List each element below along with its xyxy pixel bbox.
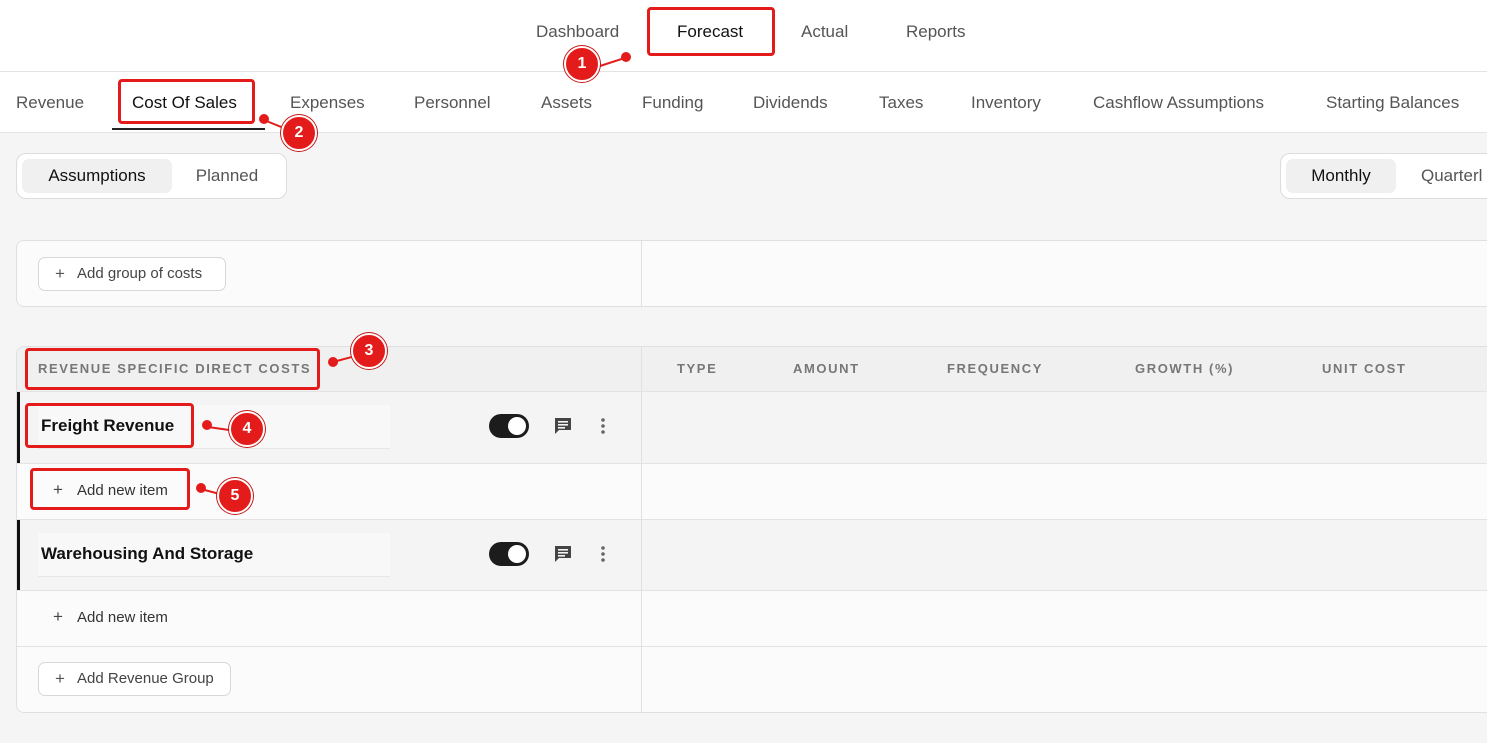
tab-actual[interactable]: Actual (801, 22, 848, 42)
annotation-anchor (202, 420, 212, 430)
add-revenue-group-button[interactable]: + Add Revenue Group (38, 662, 231, 696)
annotation-anchor (621, 52, 631, 62)
more-options-icon[interactable] (597, 544, 609, 564)
subtab-starting-balances[interactable]: Starting Balances (1326, 93, 1459, 113)
annotation-badge-5: 5 (217, 478, 253, 514)
comment-icon[interactable] (553, 416, 573, 436)
subtab-inventory[interactable]: Inventory (971, 93, 1041, 113)
column-header-unit-cost: UNIT COST (1322, 361, 1407, 376)
quarterly-option[interactable]: Quarterl (1421, 159, 1487, 193)
section-navigation: Revenue Cost Of Sales Expenses Personnel… (0, 72, 1487, 133)
annotation-badge-3: 3 (351, 333, 387, 369)
group-enabled-toggle[interactable] (489, 542, 529, 566)
active-tab-underline (112, 128, 265, 130)
column-divider (641, 241, 642, 306)
cost-groups-card: + Add group of costs (16, 240, 1487, 307)
add-group-of-costs-label: Add group of costs (77, 265, 203, 282)
plus-icon: + (55, 264, 65, 283)
subtab-cashflow-assumptions[interactable]: Cashflow Assumptions (1093, 93, 1264, 113)
toggle-knob (508, 545, 526, 563)
toggle-knob (508, 417, 526, 435)
add-revenue-group-label: Add Revenue Group (77, 670, 214, 687)
column-header-frequency: FREQUENCY (947, 361, 1044, 376)
more-options-icon[interactable] (597, 416, 609, 436)
annotation-badge-4: 4 (229, 411, 265, 447)
annotation-anchor (328, 357, 338, 367)
view-mode-toggle: Assumptions Planned (16, 153, 287, 199)
period-toggle: Monthly Quarterl (1280, 153, 1487, 199)
group-enabled-toggle[interactable] (489, 414, 529, 438)
annotation-badge-1: 1 (564, 46, 600, 82)
column-divider (641, 347, 642, 712)
add-new-item-label: Add new item (77, 609, 168, 626)
group-indicator (17, 520, 20, 591)
direct-costs-table: REVENUE SPECIFIC DIRECT COSTS TYPE AMOUN… (16, 346, 1487, 713)
plus-icon: + (55, 669, 65, 688)
group-name: Freight Revenue (41, 416, 175, 435)
tab-reports[interactable]: Reports (906, 22, 966, 42)
subtab-revenue[interactable]: Revenue (16, 93, 84, 113)
top-navigation: Dashboard Forecast Actual Reports (0, 0, 1487, 72)
annotation-anchor (259, 114, 269, 124)
section-title: REVENUE SPECIFIC DIRECT COSTS (38, 361, 312, 376)
tab-dashboard[interactable]: Dashboard (536, 22, 619, 42)
group-indicator (17, 392, 20, 463)
monthly-option[interactable]: Monthly (1286, 159, 1396, 193)
annotation-badge-2: 2 (281, 115, 317, 151)
subtab-assets[interactable]: Assets (541, 93, 592, 113)
annotation-anchor (196, 483, 206, 493)
plus-icon: + (53, 607, 63, 626)
table-header: REVENUE SPECIFIC DIRECT COSTS TYPE AMOUN… (17, 347, 1487, 391)
plus-icon: + (53, 480, 63, 499)
subtab-taxes[interactable]: Taxes (879, 93, 923, 113)
comment-icon[interactable] (553, 544, 573, 564)
column-header-amount: AMOUNT (793, 361, 860, 376)
tab-forecast[interactable]: Forecast (677, 22, 743, 42)
subtab-dividends[interactable]: Dividends (753, 93, 828, 113)
planned-option[interactable]: Planned (177, 159, 277, 193)
row-divider (17, 646, 1487, 647)
column-header-growth: GROWTH (%) (1135, 361, 1235, 376)
add-group-of-costs-button[interactable]: + Add group of costs (38, 257, 226, 291)
subtab-personnel[interactable]: Personnel (414, 93, 491, 113)
group-name: Warehousing And Storage (41, 544, 254, 563)
add-new-item-label: Add new item (77, 482, 168, 499)
add-new-item-row[interactable]: + Add new item (17, 591, 1487, 646)
subtab-expenses[interactable]: Expenses (290, 93, 365, 113)
subtab-funding[interactable]: Funding (642, 93, 703, 113)
cost-group-row: Warehousing And Storage (17, 520, 1487, 591)
assumptions-option[interactable]: Assumptions (22, 159, 172, 193)
subtab-cost-of-sales[interactable]: Cost Of Sales (132, 93, 237, 113)
column-header-type: TYPE (677, 361, 718, 376)
